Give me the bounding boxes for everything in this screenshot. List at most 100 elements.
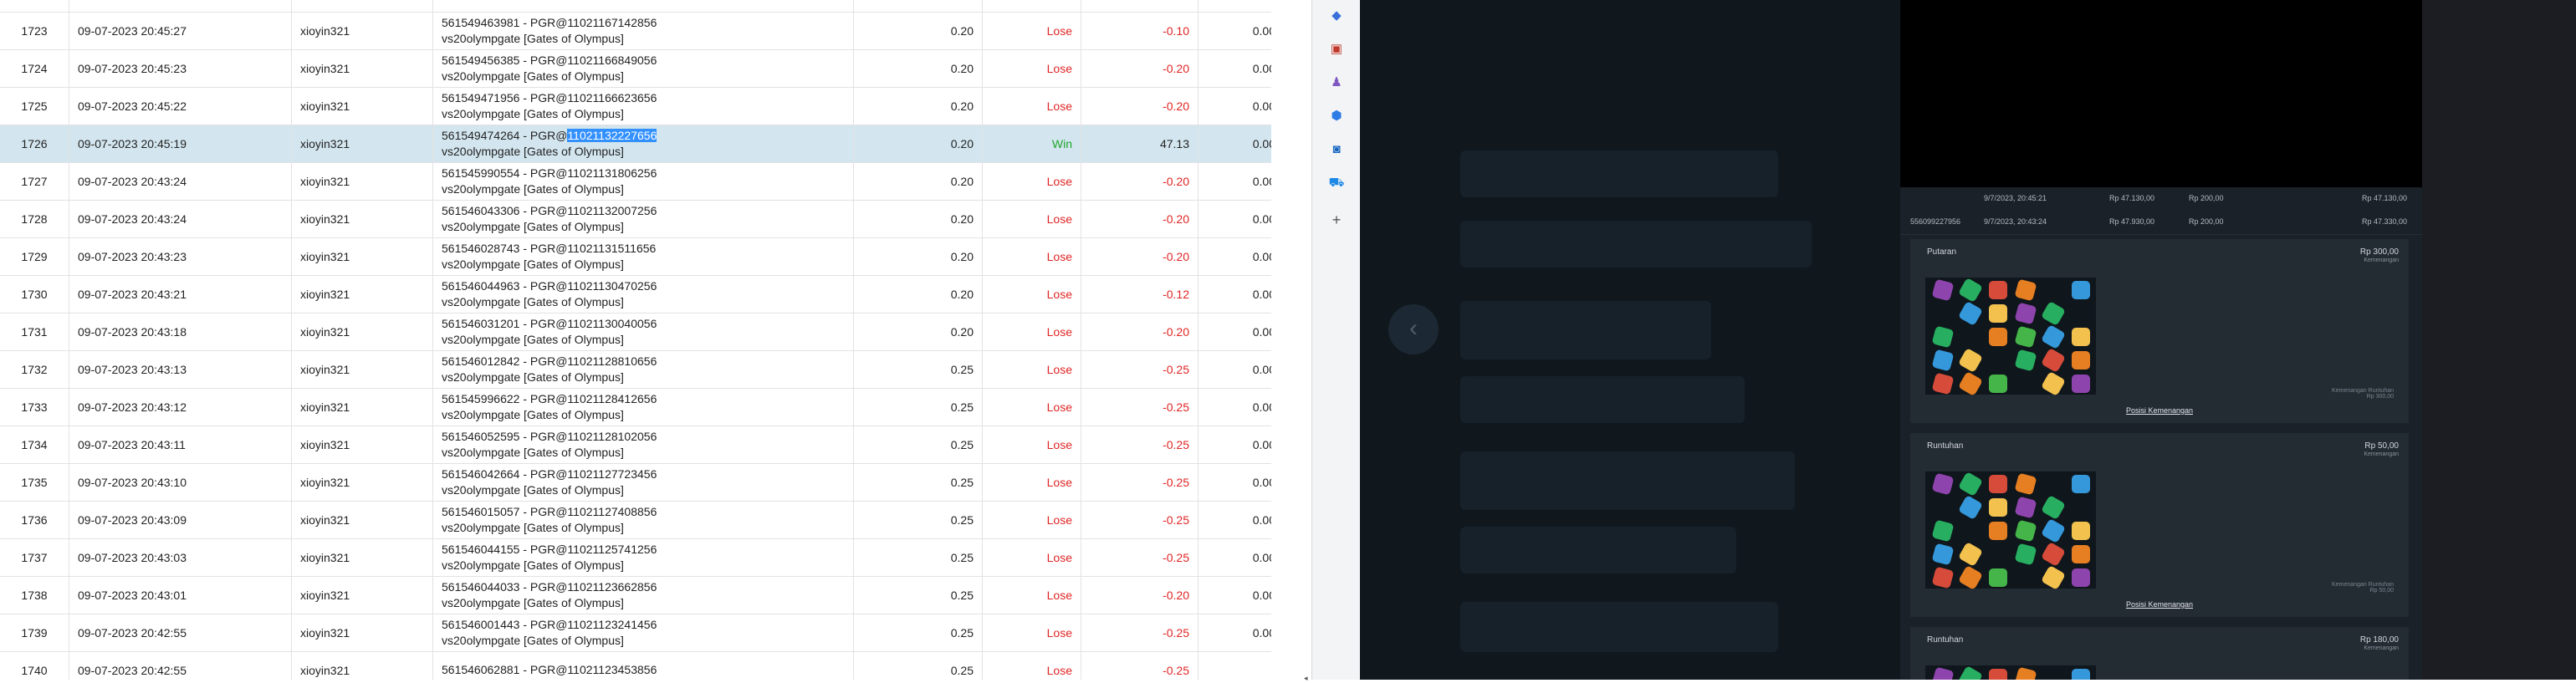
row-result: Lose <box>982 388 1081 426</box>
transaction-table: 172209-07-2023 20:45:28xioyin321vs20olym… <box>0 0 1271 680</box>
row-win-amount: -0.25 <box>1081 614 1199 652</box>
table-row[interactable]: 1739 09-07-2023 20:42:55 xioyin321 56154600… <box>0 614 1271 652</box>
row-number: 1735 <box>0 463 69 502</box>
row-bet: 0.20 <box>853 237 983 276</box>
history-row[interactable]: 556099227956 9/7/2023, 20:43:24 Rp 47.93… <box>1900 211 2422 235</box>
table-row[interactable]: 1734 09-07-2023 20:43:11 xioyin321 56154605… <box>0 426 1271 464</box>
table-row[interactable]: 1729 09-07-2023 20:43:23 xioyin321 56154602… <box>0 237 1271 276</box>
history-total: Rp 47.330,00 <box>2361 217 2407 226</box>
row-username: xioyin321 <box>291 49 433 88</box>
transaction-ref: 561546001443 - PGR@11021123241456 <box>442 617 657 631</box>
cascade-card: Runtuhan Rp 180,00 Kemenangan <box>1910 627 2409 680</box>
transaction-table-area: 172209-07-2023 20:45:28xioyin321vs20olym… <box>0 0 1271 680</box>
row-win-amount: -0.20 <box>1081 0 1199 13</box>
shield-icon[interactable]: ⬢ <box>1327 107 1346 125</box>
table-row[interactable]: 1725 09-07-2023 20:45:22 xioyin321 56154947… <box>0 87 1271 125</box>
row-username: xioyin321 <box>291 538 433 577</box>
row-date: 09-07-2023 20:43:23 <box>69 237 292 276</box>
row-number: 1725 <box>0 87 69 125</box>
row-description: 561549474264 - PGR@11021132227656 vs20oly… <box>432 125 854 163</box>
row-description: 561546052595 - PGR@11021128102056 vs20oly… <box>432 426 854 464</box>
row-balance: 0.00 <box>1198 275 1271 313</box>
transaction-ref: 561549474264 - PGR@11021132227656 <box>442 128 845 144</box>
transaction-ref: 561546052595 - PGR@11021128102056 <box>442 429 657 443</box>
spin-card: Putaran Rp 300,00 Kemenangan Kemenangan … <box>1910 239 2409 423</box>
row-date: 09-07-2023 20:43:03 <box>69 538 292 577</box>
row-description: 561546028743 - PGR@11021131511656 vs20oly… <box>432 237 854 276</box>
gem-symbol-icon <box>2014 325 2037 349</box>
row-number: 1726 <box>0 125 69 163</box>
reel-grid <box>1925 471 2096 591</box>
win-position-link[interactable]: Posisi Kemenangan <box>1910 406 2409 415</box>
game-name: vs20olympgate [Gates of Olympus] <box>442 445 624 459</box>
row-description: 561546015057 - PGR@11021127408856 vs20oly… <box>432 501 854 539</box>
history-time: 9/7/2023, 20:43:24 <box>1984 217 2047 226</box>
row-number: 1740 <box>0 651 69 680</box>
dimmed-item <box>1460 301 1711 359</box>
gem-symbol-icon <box>2072 475 2090 493</box>
table-row[interactable]: 1737 09-07-2023 20:43:03 xioyin321 56154604… <box>0 538 1271 577</box>
row-win-amount: -0.20 <box>1081 162 1199 201</box>
card-subtitle: Kemenangan <box>2364 257 2399 263</box>
table-row[interactable]: 1724 09-07-2023 20:45:23 xioyin321 56154945… <box>0 49 1271 88</box>
row-balance: 0.00 <box>1198 501 1271 539</box>
transaction-ref-prefix: 561549474264 - PGR@ <box>442 128 568 142</box>
table-row[interactable]: 1728 09-07-2023 20:43:24 xioyin321 56154604… <box>0 200 1271 238</box>
table-row[interactable]: 1733 09-07-2023 20:43:12 xioyin321 56154599… <box>0 388 1271 426</box>
row-description: 561546042664 - PGR@11021127723456 vs20oly… <box>432 463 854 502</box>
table-row[interactable]: 1738 09-07-2023 20:43:01 xioyin321 56154604… <box>0 576 1271 614</box>
toolbox-icon[interactable]: ▣ <box>1327 40 1346 59</box>
chevron-left-icon[interactable]: ‹ <box>1388 304 1439 354</box>
scroll-down-arrow-icon[interactable]: ◂ <box>1304 674 1308 683</box>
row-number: 1722 <box>0 0 69 13</box>
table-row[interactable]: 1723 09-07-2023 20:45:27 xioyin321 56154946… <box>0 12 1271 50</box>
gem-symbol-icon <box>2040 300 2067 327</box>
table-row[interactable]: 1735 09-07-2023 20:43:10 xioyin321 56154604… <box>0 463 1271 502</box>
gem-symbol-icon <box>2072 351 2090 370</box>
row-balance: 0.00 <box>1198 12 1271 50</box>
game-name: vs20olympgate [Gates of Olympus] <box>442 144 624 158</box>
gem-symbol-icon <box>2072 568 2090 587</box>
game-name: vs20olympgate [Gates of Olympus] <box>442 31 624 45</box>
table-row[interactable]: 1731 09-07-2023 20:43:18 xioyin321 56154603… <box>0 313 1271 351</box>
table-row[interactable]: 1732 09-07-2023 20:43:13 xioyin321 56154601… <box>0 350 1271 389</box>
row-date: 09-07-2023 20:43:24 <box>69 200 292 238</box>
transaction-ref: 561549456385 - PGR@11021166849056 <box>442 53 657 67</box>
browser-side-rail: ◆ ▣ ♟ ⬢ ◙ ⛟ + <box>1311 0 1362 680</box>
gem-symbol-icon <box>1931 666 1955 680</box>
table-row[interactable]: 1727 09-07-2023 20:43:24 xioyin321 56154599… <box>0 162 1271 201</box>
table-row[interactable]: 1726 09-07-2023 20:45:19 xioyin321 56154947… <box>0 125 1271 163</box>
table-row[interactable]: 1736 09-07-2023 20:43:09 xioyin321 56154601… <box>0 501 1271 539</box>
row-win-amount: -0.10 <box>1081 12 1199 50</box>
cart-icon[interactable]: ⛟ <box>1327 174 1346 192</box>
history-bet: Rp 47.930,00 <box>2109 217 2155 226</box>
history-amount: Rp 200,00 <box>2189 194 2224 202</box>
table-row[interactable]: 172209-07-2023 20:45:28xioyin321 vs20olym… <box>0 0 1271 13</box>
row-result: Lose <box>982 12 1081 50</box>
plus-icon[interactable]: + <box>1327 211 1346 229</box>
row-balance: 0.00 <box>1198 576 1271 614</box>
game-name: vs20olympgate [Gates of Olympus] <box>442 69 624 83</box>
row-description: 561546062881 - PGR@11021123453856 <box>432 651 854 680</box>
outlook-icon[interactable]: ◙ <box>1327 140 1346 159</box>
row-date: 09-07-2023 20:43:09 <box>69 501 292 539</box>
row-date: 09-07-2023 20:43:13 <box>69 350 292 389</box>
row-username: xioyin321 <box>291 125 433 163</box>
people-icon[interactable]: ♟ <box>1327 74 1346 92</box>
game-name: vs20olympgate [Gates of Olympus] <box>442 370 624 384</box>
row-win-amount: -0.20 <box>1081 313 1199 351</box>
gem-symbol-icon <box>2040 324 2067 350</box>
row-win-amount: -0.25 <box>1081 501 1199 539</box>
gem-symbol-icon <box>1931 472 1955 496</box>
row-bet: 0.20 <box>853 0 983 13</box>
transaction-ref: 561546031201 - PGR@11021130040056 <box>442 316 657 330</box>
row-username: xioyin321 <box>291 162 433 201</box>
row-username: xioyin321 <box>291 501 433 539</box>
gem-symbol-icon <box>1957 665 1984 680</box>
table-row[interactable]: 1740 09-07-2023 20:42:55 xioyin321 56154606… <box>0 651 1271 680</box>
history-row[interactable]: 9/7/2023, 20:45:21 Rp 47.130,00 Rp 200,0… <box>1900 187 2422 212</box>
tag-icon[interactable]: ◆ <box>1327 7 1346 25</box>
row-bet: 0.20 <box>853 87 983 125</box>
table-row[interactable]: 1730 09-07-2023 20:43:21 xioyin321 56154604… <box>0 275 1271 313</box>
win-position-link[interactable]: Posisi Kemenangan <box>1910 600 2409 609</box>
